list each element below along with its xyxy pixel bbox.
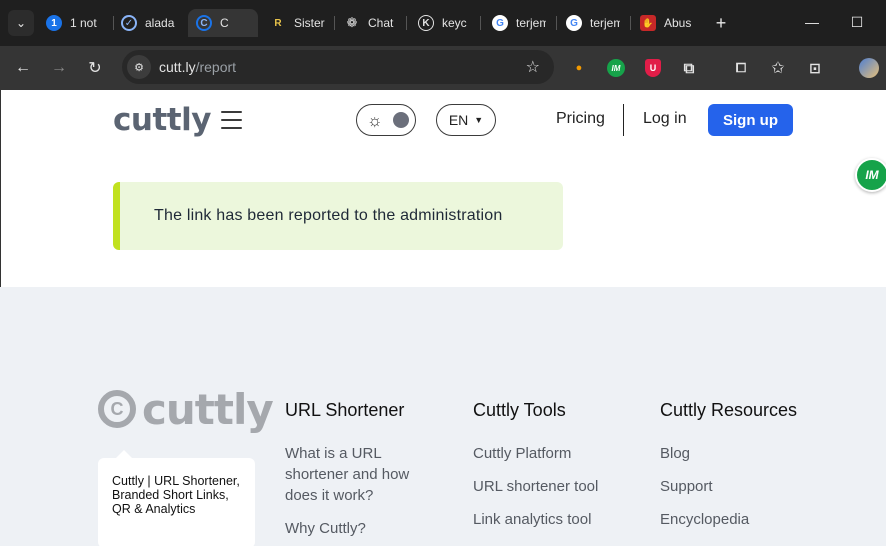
browser-tab-strip: ⌄ 1 1 not ✓ alada C C R Sister ❁ Chat K … xyxy=(0,0,886,46)
tab-title: 1 not xyxy=(70,16,97,30)
language-selector[interactable]: EN ▼ xyxy=(436,104,496,136)
tab-title: Chat xyxy=(368,16,394,30)
browser-toolbar: ← → ↻ ⚙ cutt.ly/report ☆ ● IM U ⧉ ⧠ ✩ ⊡ xyxy=(0,46,886,90)
footer-column-cuttly-resources: Cuttly Resources Blog Support Encycloped… xyxy=(660,400,830,542)
language-label: EN xyxy=(448,112,469,128)
chatgpt-icon: ❁ xyxy=(346,15,358,30)
ublock-shield-icon[interactable]: U xyxy=(645,59,661,77)
theme-toggle[interactable]: ☼ xyxy=(356,104,416,136)
sun-icon: ☼ xyxy=(367,110,383,130)
sister-favicon-icon: R xyxy=(274,17,282,29)
tab-title: terjem xyxy=(516,16,546,30)
tab-title: C xyxy=(220,16,229,30)
footer-link[interactable]: What is a URL shortener and how does it … xyxy=(285,443,435,506)
maximize-button[interactable]: ☐ xyxy=(843,8,871,36)
tab-title: Abus xyxy=(664,16,692,30)
badge-one-icon: 1 xyxy=(46,15,62,31)
caret-down-icon: ▼ xyxy=(474,115,484,125)
url-text[interactable]: cutt.ly/report xyxy=(159,59,236,75)
footer-column-title: URL Shortener xyxy=(285,400,405,420)
im-extension-icon[interactable]: IM xyxy=(607,59,625,77)
signup-button[interactable]: Sign up xyxy=(708,104,793,136)
tab-title: keyc xyxy=(442,16,467,30)
browser-tab[interactable]: ✋ Abus xyxy=(640,9,698,37)
bookmark-star-icon[interactable]: ☆ xyxy=(526,57,540,77)
cuttly-logo[interactable]: cuttly xyxy=(113,102,211,138)
toggle-knob xyxy=(393,112,409,128)
extension-person-icon[interactable]: ● xyxy=(567,56,591,80)
tab-title: terjem xyxy=(590,16,620,30)
footer-logo-word: cuttly xyxy=(142,384,274,434)
extensions-puzzle-icon[interactable]: ⧉ xyxy=(677,56,701,80)
report-success-alert: The link has been reported to the admini… xyxy=(113,182,563,250)
browser-tab[interactable]: K keyc xyxy=(418,9,470,37)
new-tab-button[interactable]: + xyxy=(708,10,734,36)
tab-search-chevron-icon[interactable]: ⌄ xyxy=(8,10,34,36)
login-link[interactable]: Log in xyxy=(643,110,687,128)
browser-tab[interactable]: R Sister xyxy=(270,9,326,37)
browser-tab[interactable]: ✓ alada xyxy=(121,9,177,37)
footer-link[interactable]: Link analytics tool xyxy=(473,509,643,530)
footer-tagline: Cuttly | URL Shortener, Branded Short Li… xyxy=(98,450,255,546)
back-arrow-icon[interactable]: ← xyxy=(9,54,37,82)
browser-tab[interactable]: ❁ Chat xyxy=(344,9,396,37)
address-bar[interactable]: ⚙ cutt.ly/report ☆ xyxy=(122,50,554,84)
browser-tab[interactable]: G terjem xyxy=(492,9,546,37)
footer: C cuttly Cuttly | URL Shortener, Branded… xyxy=(0,287,886,546)
footer-link[interactable]: URL shortener tool xyxy=(473,476,643,497)
footer-column-title: Cuttly Resources xyxy=(660,400,798,420)
abuse-hand-icon: ✋ xyxy=(640,15,656,31)
footer-logo[interactable]: C cuttly xyxy=(98,384,274,434)
translate-icon[interactable]: ⧠ xyxy=(729,56,753,80)
browser-tab[interactable]: 1 1 not xyxy=(46,9,104,37)
footer-link[interactable]: Blog xyxy=(660,443,830,464)
reload-icon[interactable]: ↻ xyxy=(81,54,109,82)
tab-title: alada xyxy=(145,16,175,30)
browser-tab-active[interactable]: C C xyxy=(188,9,258,37)
favorites-star-icon[interactable]: ✩ xyxy=(766,56,790,80)
page-edge-divider xyxy=(0,90,1,287)
page-viewport: cuttly ☼ EN ▼ Pricing Log in Sign up IM … xyxy=(0,90,886,546)
site-info-icon[interactable]: ⚙ xyxy=(127,55,151,79)
keycdn-icon: K xyxy=(418,15,434,31)
forward-arrow-icon[interactable]: → xyxy=(45,54,73,82)
minimize-button[interactable]: — xyxy=(798,8,826,36)
footer-link[interactable]: Support xyxy=(660,476,830,497)
hamburger-menu-icon[interactable] xyxy=(221,111,242,129)
nav-divider xyxy=(623,104,624,136)
alert-message: The link has been reported to the admini… xyxy=(154,207,503,224)
cuttly-c-mark-icon: C xyxy=(98,390,136,428)
footer-link[interactable]: Cuttly Platform xyxy=(473,443,643,464)
pricing-link[interactable]: Pricing xyxy=(556,110,605,128)
google-icon: G xyxy=(492,15,508,31)
im-floating-badge-icon[interactable]: IM xyxy=(855,158,886,192)
footer-column-url-shortener: URL Shortener What is a URL shortener an… xyxy=(285,400,435,546)
google-icon: G xyxy=(566,15,582,31)
browser-tab[interactable]: G terjem xyxy=(566,9,620,37)
shield-check-icon: ✓ xyxy=(121,15,137,31)
cuttly-favicon-icon: C xyxy=(196,15,212,31)
profile-avatar[interactable] xyxy=(859,58,879,78)
footer-column-cuttly-tools: Cuttly Tools Cuttly Platform URL shorten… xyxy=(473,400,643,542)
footer-link[interactable]: Encyclopedia xyxy=(660,509,830,530)
screenshot-camera-icon[interactable]: ⊡ xyxy=(803,56,827,80)
tab-title: Sister xyxy=(294,16,325,30)
footer-column-title: Cuttly Tools xyxy=(473,400,566,420)
footer-link[interactable]: Why Cuttly? xyxy=(285,518,435,539)
